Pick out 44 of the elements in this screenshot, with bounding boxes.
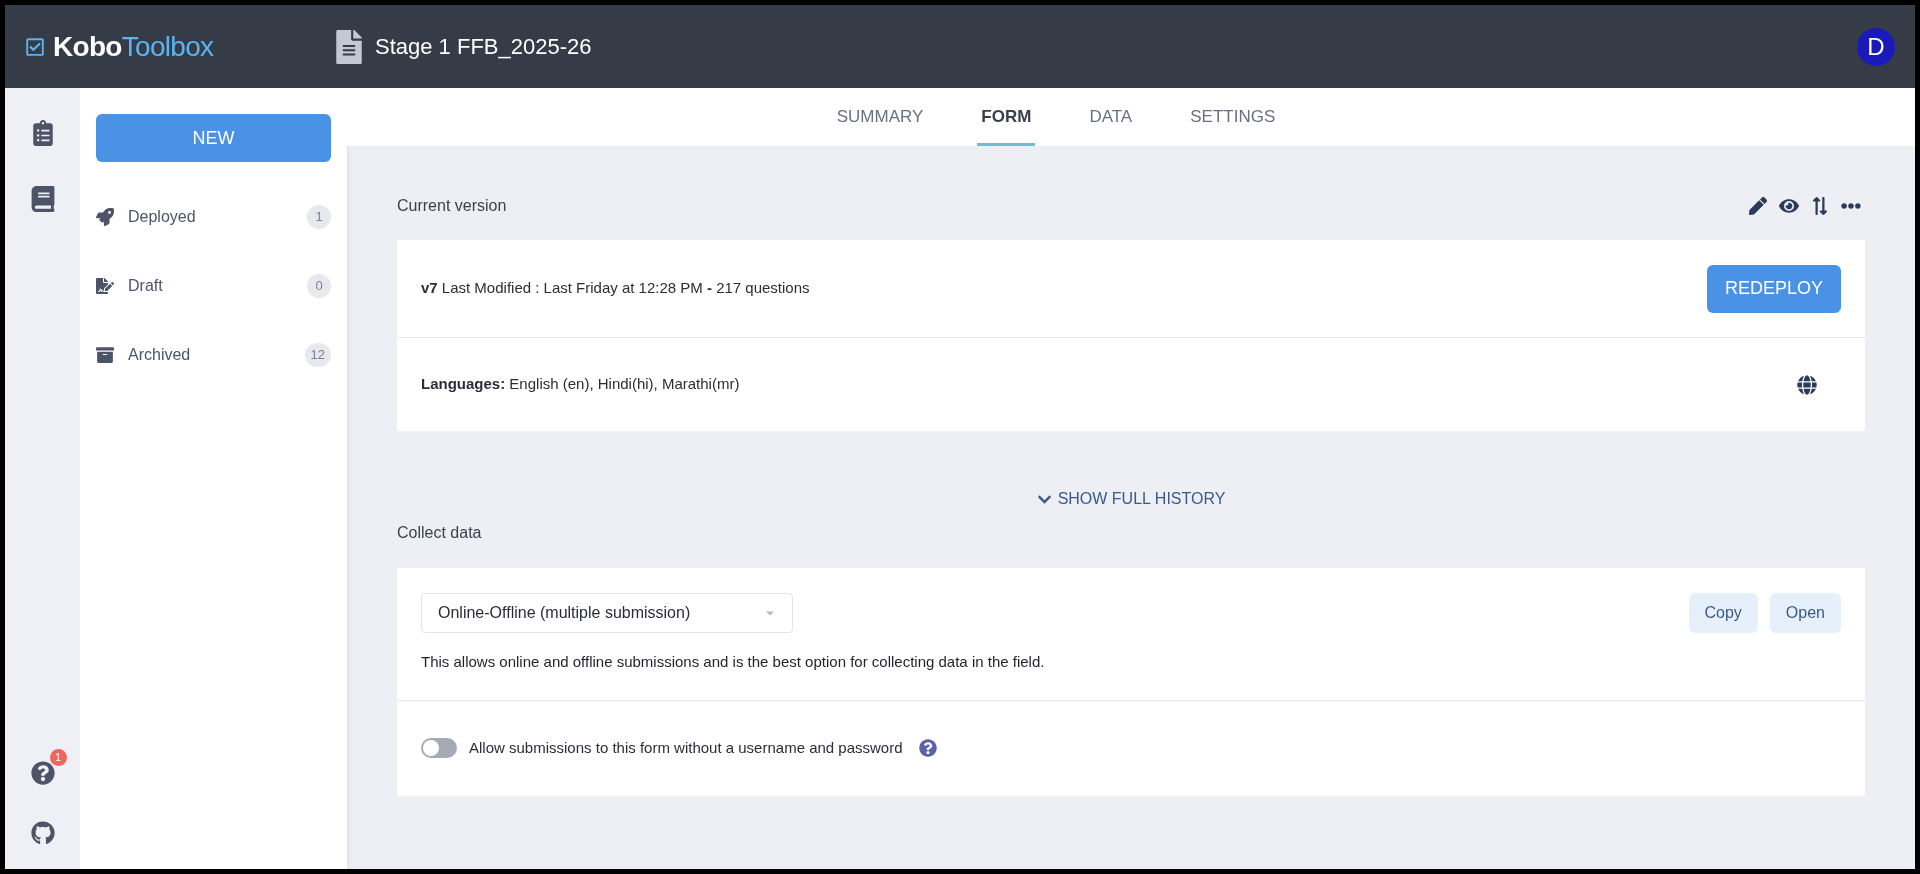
logo-wordmark[interactable]: KoboToolbox <box>53 25 214 68</box>
sidebar-item[interactable]: Deployed 1 <box>96 182 331 251</box>
section-heading: Collect data <box>397 523 483 543</box>
tab[interactable]: DATA <box>1085 88 1137 146</box>
tab[interactable]: SUMMARY <box>832 88 928 146</box>
help-icon[interactable] <box>918 739 937 757</box>
notification-badge: 1 <box>49 749 67 766</box>
toggle-label: Allow submissions to this form without a username and password <box>469 737 903 758</box>
open-button[interactable]: Open <box>1769 593 1841 633</box>
count-badge: 1 <box>307 204 331 229</box>
swap-arrows-icon[interactable] <box>1811 197 1829 215</box>
globe-icon[interactable] <box>1797 374 1817 395</box>
show-history-link[interactable]: SHOW FULL HISTORY <box>1036 487 1226 511</box>
rocket-icon <box>96 207 114 226</box>
count-badge: 0 <box>307 273 331 298</box>
file-pen-icon <box>96 276 114 295</box>
form-file-icon <box>335 29 363 64</box>
github-icon[interactable] <box>30 821 55 845</box>
method-description: This allows online and offline submissions and is the best option for collecting data in the field. <box>421 652 1046 672</box>
pencil-icon[interactable] <box>1749 197 1767 215</box>
section-heading: Current version <box>397 196 507 216</box>
eye-icon[interactable] <box>1779 196 1799 216</box>
archive-box-icon <box>96 345 114 364</box>
copy-button[interactable]: Copy <box>1688 593 1758 633</box>
sidebar-item[interactable]: Archived 12 <box>96 320 331 389</box>
user-avatar[interactable]: D <box>1857 27 1895 66</box>
project-title: Stage 1 FFB_2025-26 <box>375 33 592 61</box>
sidebar-item-label: Archived <box>128 344 192 365</box>
count-badge: 12 <box>304 342 331 367</box>
sidebar-item-label: Draft <box>128 275 164 296</box>
version-info: v7 Last Modified : Last Friday at 12:28 PM - 217 questions <box>421 278 810 299</box>
tab[interactable]: FORM <box>977 88 1036 146</box>
library-icon[interactable] <box>30 186 55 212</box>
languages-text: Languages: English (en), Hindi(hi), Marathi(mr) <box>421 374 740 395</box>
sidebar-item[interactable]: Draft 0 <box>96 251 331 320</box>
logo-icon <box>25 36 45 57</box>
tab[interactable]: SETTINGS <box>1186 88 1280 146</box>
redeploy-button[interactable]: REDEPLOY <box>1706 264 1841 313</box>
help-icon[interactable] <box>30 761 55 785</box>
sidebar-item-label: Deployed <box>128 206 197 227</box>
method-dropdown[interactable]: Online-Offline (multiple submission) <box>421 593 793 633</box>
new-button[interactable]: NEW <box>96 114 331 162</box>
toggle-switch[interactable] <box>421 738 457 758</box>
clipboard-list-icon[interactable] <box>30 120 55 146</box>
